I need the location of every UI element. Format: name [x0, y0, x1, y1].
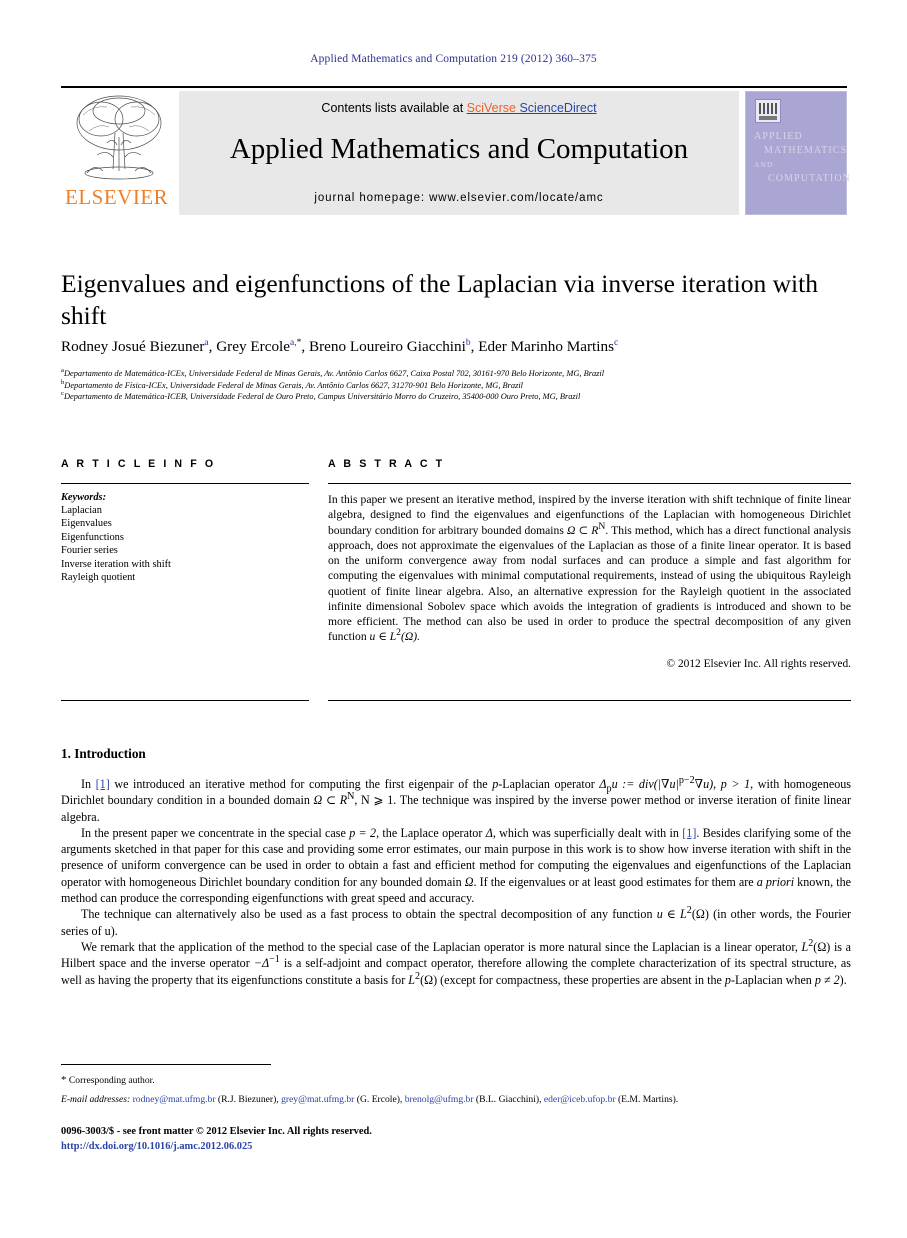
elsevier-logo: ELSEVIER: [61, 91, 179, 215]
section-heading-introduction: 1. Introduction: [61, 746, 146, 761]
abstract-domain-math: Ω ⊂ R: [566, 523, 599, 537]
email-addresses-note: E-mail addresses: rodney@mat.ufmg.br (R.…: [61, 1094, 679, 1105]
keywords-label: Keywords:: [61, 492, 107, 503]
email-link-martins[interactable]: eder@iceb.ufop.br: [544, 1094, 616, 1105]
elsevier-tree-icon: [76, 95, 162, 180]
journal-homepage[interactable]: journal homepage: www.elsevier.com/locat…: [179, 192, 739, 204]
contents-prefix: Contents lists available at: [321, 101, 467, 115]
email-link-giacchini[interactable]: brenolg@ufmg.br: [405, 1094, 474, 1105]
imprint-line: 0096-3003/$ - see front matter © 2012 El…: [61, 1126, 372, 1137]
keyword-item: Eigenfunctions: [61, 531, 124, 543]
author-1: Rodney Josué Biezunera,: [61, 337, 217, 355]
affiliation-b: bDepartamento de Física-ICEx, Universida…: [61, 378, 524, 390]
author-2-affiliation-mark: a,: [290, 337, 297, 348]
sciencedirect-link[interactable]: SciVerse ScienceDirect: [467, 101, 597, 115]
copyright-line: © 2012 Elsevier Inc. All rights reserved…: [666, 657, 851, 670]
corresponding-author-note: * Corresponding author.: [61, 1074, 155, 1086]
cover-line-1: APPLIED: [754, 131, 803, 142]
author-4: Eder Marinho Martinsc: [478, 337, 619, 355]
contents-available-line: Contents lists available at SciVerse Sci…: [179, 101, 739, 115]
keyword-item: Rayleigh quotient: [61, 572, 136, 584]
email-link-ercole[interactable]: grey@mat.ufmg.br: [281, 1094, 354, 1105]
keyword-item: Fourier series: [61, 545, 118, 557]
keyword-item: Inverse iteration with shift: [61, 558, 171, 570]
affiliation-list: aDepartamento de Matemática-ICEx, Univer…: [61, 367, 851, 403]
cover-line-4: COMPUTATION: [768, 173, 851, 184]
paragraph-4: We remark that the application of the me…: [61, 937, 851, 987]
author-2: Grey Ercolea,*,: [216, 337, 309, 355]
author-3: Breno Loureiro Giacchinib,: [308, 337, 479, 355]
article-title: Eigenvalues and eigenfunctions of the La…: [61, 269, 818, 330]
email-label: E-mail addresses:: [61, 1094, 131, 1105]
abstract-heading: A B S T R A C T: [328, 458, 445, 470]
affiliation-c: cDepartamento de Matemática-ICEB, Univer…: [61, 390, 581, 402]
abstract-bottom-divider: [328, 700, 851, 701]
citation-link-1[interactable]: [1]: [96, 777, 110, 791]
article-info-divider: [61, 483, 309, 484]
paragraph-2: In the present paper we concentrate in t…: [61, 825, 851, 906]
abstract-divider: [328, 483, 851, 484]
sciverse-label: SciVerse: [466, 101, 516, 115]
journal-cover-thumbnail: APPLIED MATHEMATICS AND COMPUTATION: [745, 91, 851, 215]
author-4-affiliation-mark: c: [614, 337, 619, 348]
affiliation-a: aDepartamento de Matemática-ICEx, Univer…: [61, 367, 605, 378]
keyword-item: Laplacian: [61, 505, 102, 516]
article-info-heading: A R T I C L E I N F O: [61, 458, 216, 470]
article-info-column: A R T I C L E I N F O Keywords: Laplacia…: [61, 458, 309, 584]
citation-link-2[interactable]: [1]: [682, 826, 696, 840]
keyword-item: Eigenvalues: [61, 518, 112, 530]
sciencedirect-label: ScienceDirect: [515, 101, 597, 115]
footnote-divider: [61, 1064, 271, 1065]
paragraph-1: In [1] we introduced an iterative method…: [61, 774, 852, 824]
body-content: In [1] we introduced an iterative method…: [61, 774, 852, 988]
abstract-function-math: u ∈ L: [369, 630, 397, 644]
paragraph-3: The technique can alternatively also be …: [61, 905, 852, 938]
cover-line-2: MATHEMATICS: [764, 145, 848, 156]
masthead-center-panel: Contents lists available at SciVerse Sci…: [179, 91, 739, 215]
cover-publisher-icon: [755, 99, 781, 123]
journal-masthead: ELSEVIER Contents lists available at Sci…: [61, 86, 851, 218]
journal-article-page: Applied Mathematics and Computation 219 …: [0, 0, 907, 1238]
abstract-text: In this paper we present an iterative me…: [328, 493, 851, 644]
cover-title-text: APPLIED MATHEMATICS AND COMPUTATION: [754, 130, 851, 186]
abstract-column: A B S T R A C T In this paper we present…: [328, 458, 851, 670]
email-link-biezuner[interactable]: rodney@mat.ufmg.br: [133, 1094, 216, 1105]
cover-line-3: AND: [754, 160, 774, 169]
running-head: Applied Mathematics and Computation 219 …: [310, 53, 597, 65]
article-info-bottom-divider: [61, 700, 309, 701]
journal-title: Applied Mathematics and Computation: [229, 133, 689, 165]
doi-link[interactable]: http://dx.doi.org/10.1016/j.amc.2012.06.…: [61, 1141, 851, 1152]
elsevier-wordmark: ELSEVIER: [65, 185, 169, 209]
author-list: Rodney Josué Biezunera, Grey Ercolea,*, …: [61, 338, 851, 356]
